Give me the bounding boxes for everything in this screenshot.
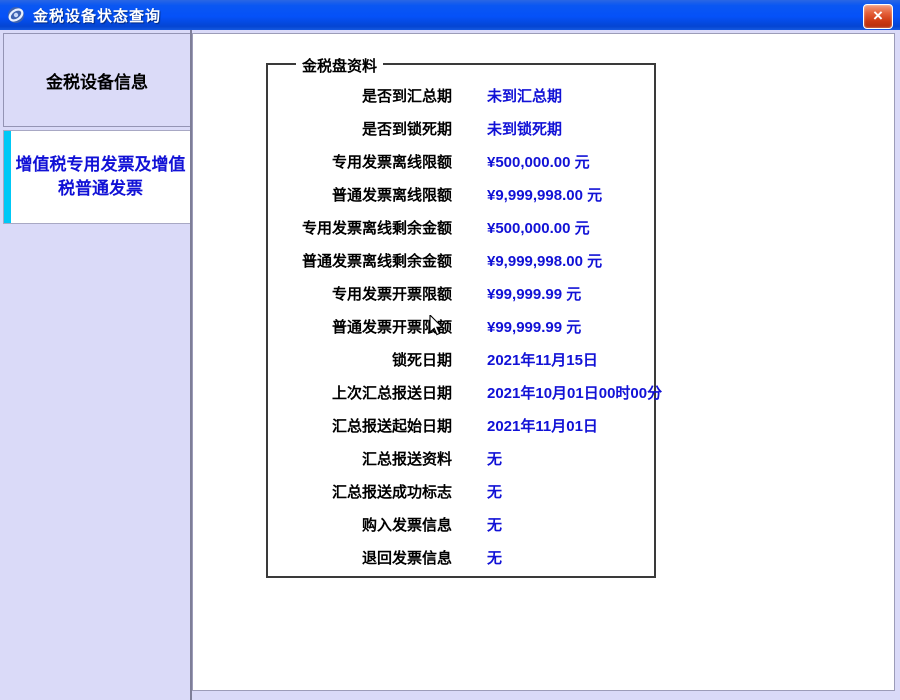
status-row-value: 2021年11月15日 (487, 349, 598, 370)
status-row-value: 无 (487, 514, 502, 535)
status-row-value: 未到锁死期 (487, 118, 562, 139)
status-row: 退回发票信息 无 (268, 541, 654, 574)
status-row-value: ¥99,999.99 元 (487, 283, 581, 304)
status-row: 普通发票离线限额 ¥9,999,998.00 元 (268, 178, 654, 211)
status-row-value: 无 (487, 448, 502, 469)
status-row-label: 汇总报送资料 (268, 448, 452, 469)
status-rows: 是否到汇总期 未到汇总期 是否到锁死期 未到锁死期 专用发票离线限额 ¥500,… (268, 65, 654, 574)
status-row-value: 2021年11月01日 (487, 415, 598, 436)
status-row-value: 未到汇总期 (487, 85, 562, 106)
window-title: 金税设备状态查询 (33, 5, 161, 26)
status-row: 专用发票离线剩余金额 ¥500,000.00 元 (268, 211, 654, 244)
app-logo-icon (6, 5, 26, 25)
status-row-value: 无 (487, 481, 502, 502)
status-row-label: 专用发票开票限额 (268, 283, 452, 304)
status-row-value: 无 (487, 547, 502, 568)
status-row-value: ¥9,999,998.00 元 (487, 184, 602, 205)
status-row: 锁死日期 2021年11月15日 (268, 343, 654, 376)
status-row: 上次汇总报送日期 2021年10月01日00时00分 (268, 376, 654, 409)
status-row-label: 普通发票离线限额 (268, 184, 452, 205)
sidebar-tab-device-info[interactable]: 金税设备信息 (3, 33, 190, 127)
status-row: 购入发票信息 无 (268, 508, 654, 541)
close-button[interactable]: × (863, 4, 893, 29)
status-row-label: 专用发票离线限额 (268, 151, 452, 172)
status-row-value: ¥9,999,998.00 元 (487, 250, 602, 271)
status-row: 是否到锁死期 未到锁死期 (268, 112, 654, 145)
status-row-label: 上次汇总报送日期 (268, 382, 452, 403)
status-row-value: ¥99,999.99 元 (487, 316, 581, 337)
status-row: 汇总报送成功标志 无 (268, 475, 654, 508)
status-row-value: ¥500,000.00 元 (487, 151, 590, 172)
status-row: 汇总报送资料 无 (268, 442, 654, 475)
status-row-value: 2021年10月01日00时00分 (487, 382, 662, 403)
status-row-label: 汇总报送起始日期 (268, 415, 452, 436)
status-row-label: 普通发票离线剩余金额 (268, 250, 452, 271)
status-row-label: 购入发票信息 (268, 514, 452, 535)
status-row-label: 普通发票开票限额 (268, 316, 452, 337)
status-row-label: 退回发票信息 (268, 547, 452, 568)
status-row: 普通发票离线剩余金额 ¥9,999,998.00 元 (268, 244, 654, 277)
status-row-label: 专用发票离线剩余金额 (268, 217, 452, 238)
sidebar-tab-label: 增值税专用发票及增值税普通发票 (4, 153, 190, 201)
status-row: 是否到汇总期 未到汇总期 (268, 79, 654, 112)
status-row-label: 是否到汇总期 (268, 85, 452, 106)
status-row-value: ¥500,000.00 元 (487, 217, 590, 238)
sidebar-tab-label: 金税设备信息 (46, 68, 148, 93)
status-row: 专用发票开票限额 ¥99,999.99 元 (268, 277, 654, 310)
status-row: 专用发票离线限额 ¥500,000.00 元 (268, 145, 654, 178)
status-row: 汇总报送起始日期 2021年11月01日 (268, 409, 654, 442)
status-row-label: 汇总报送成功标志 (268, 481, 452, 502)
title-bar: 金税设备状态查询 × (0, 0, 900, 30)
golden-tax-disk-groupbox: 金税盘资料 是否到汇总期 未到汇总期 是否到锁死期 未到锁死期 专用发票离线限额… (266, 63, 656, 578)
status-row-label: 锁死日期 (268, 349, 452, 370)
sidebar-tab-vat-invoices[interactable]: 增值税专用发票及增值税普通发票 (3, 130, 190, 224)
status-row-label: 是否到锁死期 (268, 118, 452, 139)
status-row: 普通发票开票限额 ¥99,999.99 元 (268, 310, 654, 343)
active-tab-accent-bar (4, 131, 11, 223)
